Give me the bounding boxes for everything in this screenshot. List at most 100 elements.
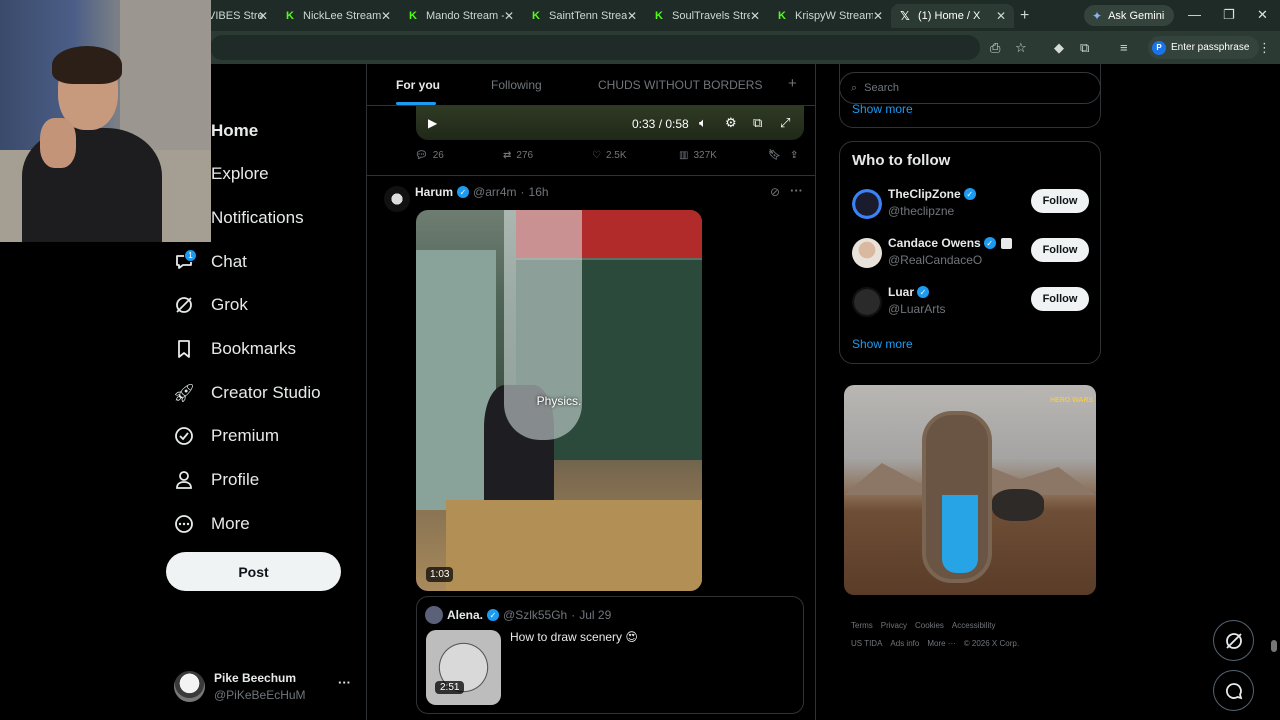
nav-item-chat[interactable]: Chat [174, 244, 247, 280]
extensions-puzzle-icon[interactable]: ⧉ [1080, 40, 1089, 56]
nav-item-more[interactable]: More [174, 506, 250, 542]
ask-gemini-button[interactable]: ✦ Ask Gemini [1084, 5, 1175, 26]
tab-following[interactable]: Following [491, 78, 542, 92]
nav-label: Chat [211, 252, 247, 271]
passphrase-button[interactable]: P Enter passphrase [1148, 36, 1260, 59]
suggestion-handle: @LuarArts [888, 302, 946, 316]
nav-item-bookmarks[interactable]: Bookmarks [174, 331, 296, 367]
quote-author-name: Alena. [447, 608, 484, 622]
page-scrollbar[interactable] [1271, 640, 1277, 652]
author-handle[interactable]: @arr4m [473, 185, 517, 199]
browser-tab[interactable]: K KrispyW Stream - ✕ [768, 4, 891, 28]
show-more-link[interactable]: Show more [852, 337, 913, 351]
close-icon[interactable]: ✕ [873, 9, 883, 23]
views-button[interactable]: ▥ 327K [679, 150, 717, 161]
reply-button[interactable]: 💬︎ 26 [415, 150, 444, 161]
browser-tab[interactable]: VIBES Stre ✕ [200, 4, 276, 28]
grok-explain-icon[interactable]: ⊘ [770, 185, 780, 199]
footer-link[interactable]: US TIDA [851, 639, 882, 648]
more-dots-icon[interactable]: ··· [338, 675, 351, 690]
browser-tab-active[interactable]: 𝕏 (1) Home / X ✕ [891, 4, 1014, 28]
footer-link[interactable]: More ··· [927, 639, 955, 648]
sponsored-ad-image[interactable]: HERO WARS [844, 385, 1096, 595]
close-icon[interactable]: ✕ [258, 9, 268, 23]
premium-icon [174, 426, 194, 446]
timeline-tabs: For you Following CHUDS WITHOUT BORDERS … [367, 64, 815, 106]
quote-video-thumbnail[interactable]: 2:51 [426, 630, 501, 705]
minimize-icon[interactable]: — [1188, 7, 1201, 22]
browser-menu-icon[interactable]: ⋮ [1258, 40, 1271, 56]
like-button[interactable]: ♡ 2.5K [592, 150, 627, 161]
avatar[interactable] [384, 186, 410, 212]
passphrase-label: Enter passphrase [1171, 42, 1250, 53]
new-tab-icon[interactable]: + [1020, 7, 1029, 25]
share-button[interactable]: ⇪ [790, 150, 798, 161]
messages-fab-button[interactable] [1213, 670, 1254, 711]
close-icon[interactable]: ✕ [996, 9, 1006, 23]
footer-link[interactable]: Cookies [915, 621, 944, 630]
search-input[interactable]: ⌕ Search [839, 72, 1101, 104]
grok-fab-button[interactable] [1213, 620, 1254, 661]
close-icon[interactable]: ✕ [750, 9, 760, 23]
pip-icon[interactable]: ⧉ [753, 115, 762, 131]
tab-title: NickLee Stream - [303, 10, 381, 22]
tweet-video[interactable]: Physics. 1:03 [416, 210, 702, 591]
settings-gear-icon[interactable]: ⚙ [725, 115, 737, 131]
footer-copyright: © 2026 X Corp. [963, 639, 1020, 648]
tweet-time[interactable]: 16h [529, 185, 549, 199]
nav-item-creator-studio[interactable]: 🚀︎ Creator Studio [173, 375, 321, 411]
bookmark-star-icon[interactable]: ☆ [1015, 40, 1027, 56]
footer-link[interactable]: Accessibility [952, 621, 996, 630]
nav-item-premium[interactable]: Premium [174, 418, 279, 454]
browser-tab[interactable]: K Mando Stream - \ ✕ [399, 4, 522, 28]
bookmark-button[interactable]: 🔖︎ [768, 150, 781, 161]
avatar [852, 238, 882, 268]
play-icon[interactable]: ▶ [428, 116, 437, 130]
follow-suggestion[interactable]: Candace Owens ✓ @RealCandaceO Follow [840, 234, 1100, 274]
restore-icon[interactable]: ❐ [1223, 7, 1235, 23]
follow-button[interactable]: Follow [1031, 189, 1089, 213]
repost-button[interactable]: ⇄ 276 [503, 150, 533, 161]
tab-chuds-without-borders[interactable]: CHUDS WITHOUT BORDERS [598, 78, 762, 92]
post-button[interactable]: Post [166, 552, 341, 591]
follow-suggestion[interactable]: TheClipZone ✓ @theclipzne Follow [840, 185, 1100, 225]
kick-icon: K [286, 10, 294, 22]
who-to-follow-title: Who to follow [852, 152, 951, 169]
fullscreen-icon[interactable]: ⤢ [780, 115, 790, 131]
profile-avatar: P [1152, 40, 1166, 55]
quote-header: Alena. ✓ @Szlk55Gh · Jul 29 [447, 608, 611, 622]
add-tab-icon[interactable]: + [788, 75, 797, 92]
heart-icon: ♡ [592, 150, 601, 161]
follow-suggestion[interactable]: Luar ✓ @LuarArts Follow [840, 283, 1100, 323]
account-switcher[interactable]: Pike Beechum @PiKeBeEcHuM ··· [174, 668, 354, 708]
follow-button[interactable]: Follow [1031, 238, 1089, 262]
window-close-icon[interactable]: ✕ [1257, 7, 1268, 23]
footer-link[interactable]: Privacy [881, 621, 907, 630]
footer-link[interactable]: Terms [851, 621, 873, 630]
footer-link[interactable]: Ads info [890, 639, 919, 648]
quoted-tweet[interactable]: Alena. ✓ @Szlk55Gh · Jul 29 2:51 How to … [416, 596, 804, 714]
webcam-person-hair [52, 46, 122, 84]
author-name[interactable]: Harum [415, 185, 453, 199]
extension-icon[interactable]: ◆ [1054, 40, 1064, 56]
kick-icon: K [778, 10, 786, 22]
affiliate-badge-icon [1000, 237, 1012, 249]
close-icon[interactable]: ✕ [504, 9, 514, 23]
grok-icon [174, 295, 194, 315]
browser-tab[interactable]: K NickLee Stream - ✕ [276, 4, 399, 28]
nav-item-profile[interactable]: Profile [174, 462, 259, 498]
show-more-link[interactable]: Show more [852, 102, 913, 116]
nav-item-grok[interactable]: Grok [174, 287, 248, 323]
follow-button[interactable]: Follow [1031, 287, 1089, 311]
install-app-icon[interactable]: ⎙ [990, 40, 1000, 56]
more-dots-icon[interactable]: ··· [790, 183, 803, 198]
nav-label: Profile [211, 470, 260, 489]
browser-tab[interactable]: K SoulTravels Strea ✕ [645, 4, 768, 28]
close-icon[interactable]: ✕ [627, 9, 637, 23]
close-icon[interactable]: ✕ [381, 9, 391, 23]
volume-icon[interactable]: 🔈︎ [699, 115, 707, 131]
address-bar[interactable] [210, 35, 980, 60]
browser-tab[interactable]: K SaintTenn Stream ✕ [522, 4, 645, 28]
media-controls-icon[interactable]: ≡ [1120, 40, 1128, 55]
tab-for-you[interactable]: For you [396, 78, 440, 92]
